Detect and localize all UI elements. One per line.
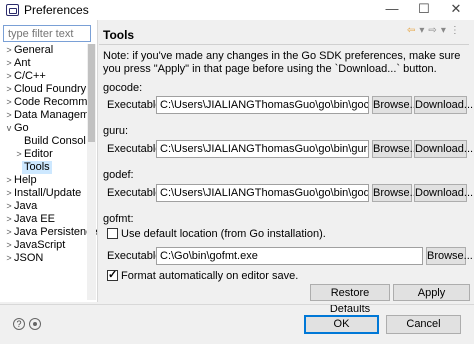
gofmt-path-input[interactable]: C:\Go\bin\gofmt.exe bbox=[156, 247, 423, 265]
close-icon[interactable]: ✕ bbox=[440, 0, 472, 20]
chevron-right-icon[interactable]: > bbox=[4, 226, 14, 239]
cancel-button[interactable]: Cancel bbox=[386, 315, 461, 334]
guru-path-input[interactable]: C:\Users\JIALIANGThomasGuo\go\bin\guru.e… bbox=[156, 140, 369, 158]
chevron-right-icon[interactable]: > bbox=[4, 239, 14, 252]
chevron-right-icon[interactable]: > bbox=[4, 252, 14, 265]
format-on-save-label: Format automatically on editor save. bbox=[121, 270, 299, 282]
apply-button[interactable]: Apply bbox=[393, 284, 470, 301]
gofmt-group: gofmt: Use default location (from Go ins… bbox=[103, 213, 473, 282]
filter-input[interactable] bbox=[3, 25, 91, 42]
view-menu-icon[interactable]: ⋮ bbox=[450, 25, 460, 36]
back-arrow-icon[interactable]: ⇦ bbox=[407, 25, 415, 36]
footer-separator bbox=[0, 304, 474, 305]
window-title: Preferences bbox=[24, 3, 89, 17]
chevron-right-icon[interactable]: > bbox=[4, 44, 14, 57]
title-separator bbox=[99, 44, 469, 45]
ok-button[interactable]: OK bbox=[304, 315, 379, 334]
guru-download-button[interactable]: Download... bbox=[414, 140, 473, 158]
gocode-label: gocode: bbox=[103, 82, 143, 94]
forward-dropdown-icon[interactable]: ▾ bbox=[441, 25, 446, 36]
godef-download-button[interactable]: Download... bbox=[414, 184, 473, 202]
chevron-right-icon[interactable]: > bbox=[4, 70, 14, 83]
godef-label: godef: bbox=[103, 169, 134, 181]
gocode-browse-button[interactable]: Browse... bbox=[372, 96, 419, 114]
guru-label: guru: bbox=[103, 125, 129, 137]
chevron-right-icon[interactable]: > bbox=[4, 174, 14, 187]
format-on-save-checkbox[interactable] bbox=[107, 268, 118, 281]
chevron-right-icon[interactable]: > bbox=[4, 187, 14, 200]
chevron-right-icon[interactable]: > bbox=[4, 109, 14, 122]
guru-browse-button[interactable]: Browse... bbox=[372, 140, 419, 158]
gocode-download-button[interactable]: Download... bbox=[414, 96, 473, 114]
import-export-icon[interactable] bbox=[29, 318, 41, 330]
gocode-path-input[interactable]: C:\Users\JIALIANGThomasGuo\go\bin\gocode… bbox=[156, 96, 369, 114]
eclipse-app-icon bbox=[6, 4, 19, 16]
minimize-icon[interactable]: — bbox=[376, 0, 408, 20]
gocode-group: gocode: Executable: C:\Users\JIALIANGTho… bbox=[103, 82, 473, 116]
chevron-right-icon[interactable]: > bbox=[4, 213, 14, 226]
godef-browse-button[interactable]: Browse... bbox=[372, 184, 419, 202]
gofmt-label: gofmt: bbox=[103, 213, 134, 225]
chevron-right-icon[interactable]: > bbox=[4, 83, 14, 96]
note-text: Note: if you've made any changes in the … bbox=[103, 50, 461, 75]
title-bar: Preferences — ☐ ✕ bbox=[0, 0, 474, 20]
back-dropdown-icon[interactable]: ▾ bbox=[419, 25, 424, 36]
godef-path-input[interactable]: C:\Users\JIALIANGThomasGuo\go\bin\godef.… bbox=[156, 184, 369, 202]
maximize-icon[interactable]: ☐ bbox=[408, 0, 440, 20]
tools-page: Tools ⇦ ▾ ⇨ ▾ ⋮ Note: if you've made any cha… bbox=[99, 20, 474, 315]
scrollbar-thumb[interactable] bbox=[88, 44, 95, 142]
godef-group: godef: Executable: C:\Users\JIALIANGThom… bbox=[103, 169, 473, 203]
restore-defaults-button[interactable]: Restore Defaults bbox=[310, 284, 390, 315]
chevron-right-icon[interactable]: > bbox=[4, 96, 14, 109]
chevron-down-icon[interactable]: v bbox=[4, 122, 14, 135]
chevron-right-icon[interactable]: > bbox=[14, 148, 24, 161]
page-title: Tools bbox=[103, 28, 135, 42]
forward-arrow-icon[interactable]: ⇨ bbox=[428, 25, 436, 36]
guru-group: guru: Executable: C:\Users\JIALIANGThoma… bbox=[103, 125, 473, 159]
gofmt-browse-button[interactable]: Browse... bbox=[426, 247, 473, 265]
use-default-location-checkbox[interactable] bbox=[107, 228, 118, 239]
chevron-right-icon[interactable]: > bbox=[4, 200, 14, 213]
preferences-dialog: Preferences — ☐ ✕ >General >Ant >C/C++ >… bbox=[0, 0, 474, 344]
page-navigation: ⇦ ▾ ⇨ ▾ ⋮ bbox=[407, 25, 464, 36]
tree-vertical-scrollbar[interactable] bbox=[87, 44, 96, 300]
use-default-location-label: Use default location (from Go installati… bbox=[121, 228, 326, 240]
preferences-tree-pane: >General >Ant >C/C++ >Cloud Foundry >Cod… bbox=[0, 20, 98, 302]
chevron-right-icon[interactable]: > bbox=[4, 57, 14, 70]
help-icon[interactable]: ? bbox=[13, 318, 25, 330]
